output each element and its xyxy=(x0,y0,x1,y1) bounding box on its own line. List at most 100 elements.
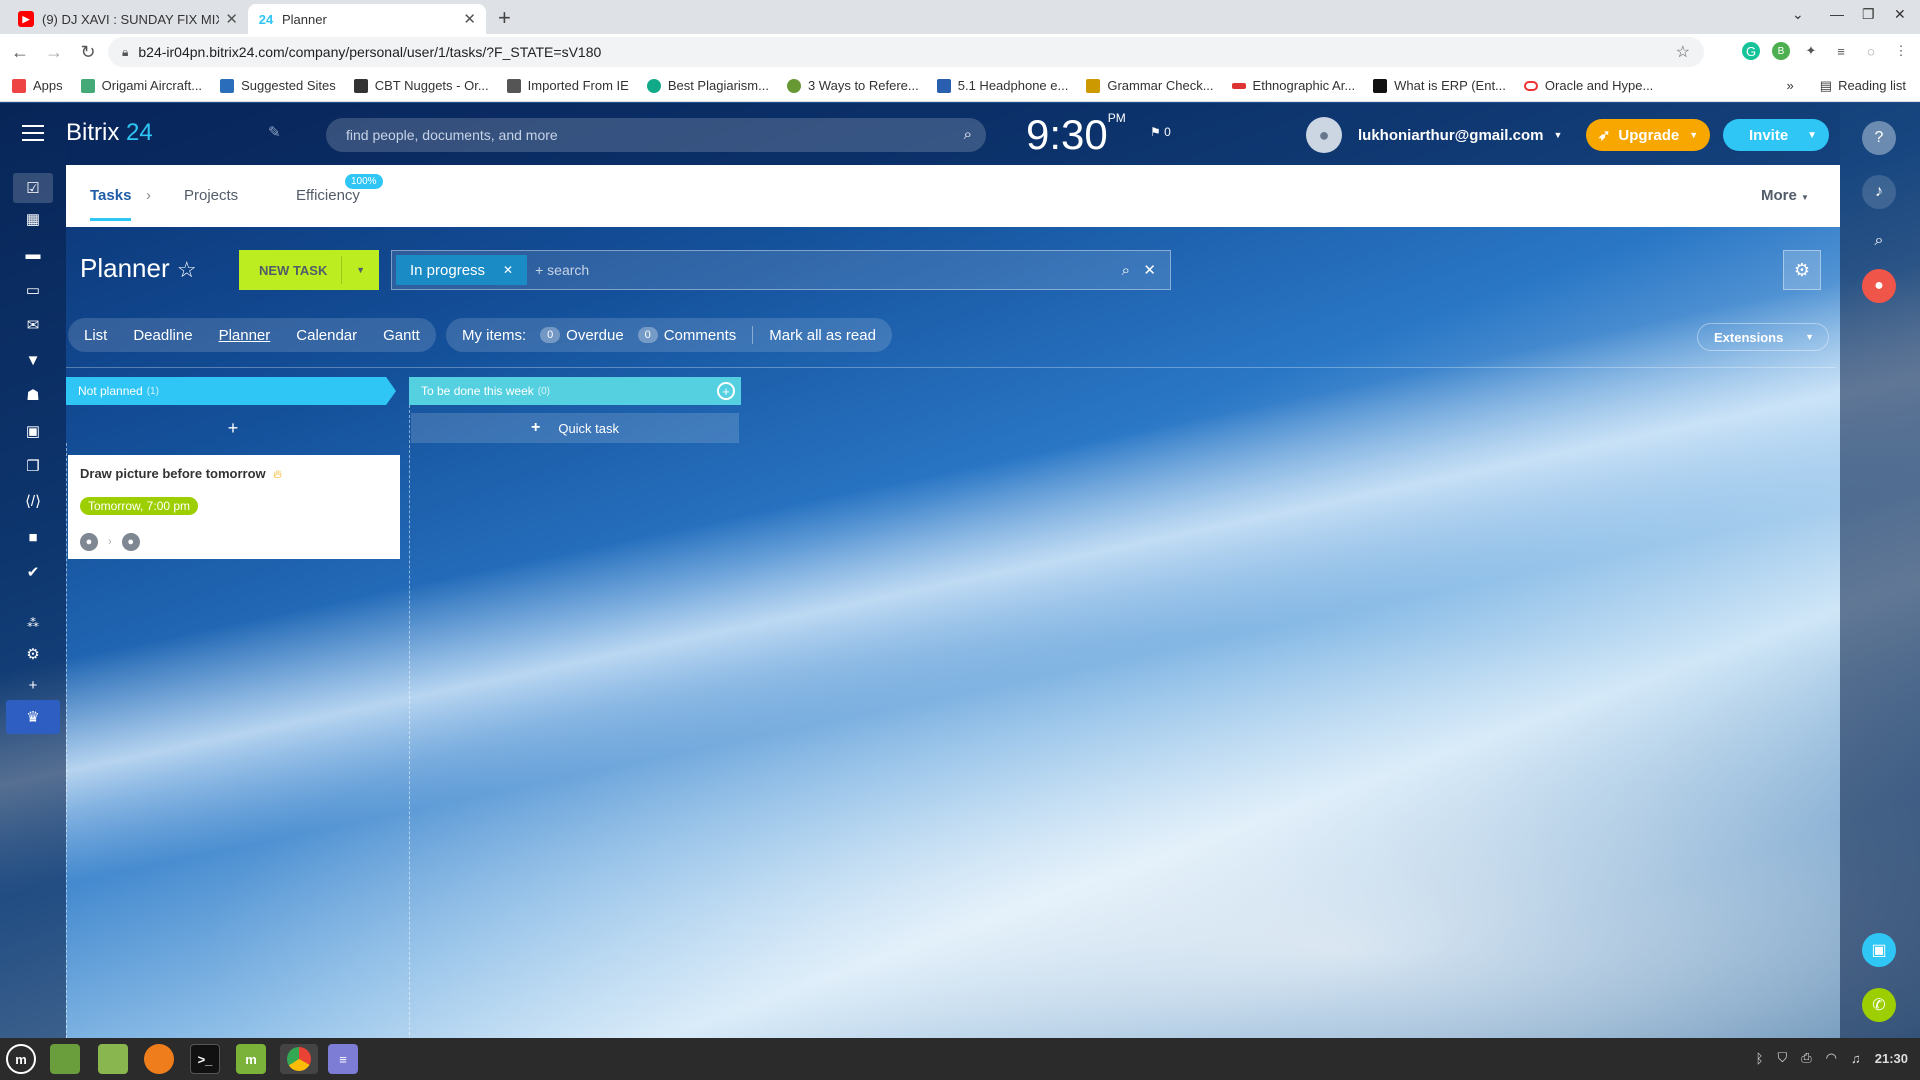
bookmark-apps[interactable]: Apps xyxy=(12,78,63,93)
deadline-badge[interactable]: Tomorrow, 7:00 pm xyxy=(80,497,199,515)
add-circle-icon[interactable]: + xyxy=(717,382,735,400)
close-icon[interactable]: ✕ xyxy=(463,10,476,28)
browser-tab-youtube[interactable]: ▶ (9) DJ XAVI : SUNDAY FIX MIX ✕ xyxy=(8,4,248,34)
grammarly-icon[interactable]: G xyxy=(1742,42,1760,60)
media-icon[interactable]: ≡ xyxy=(1832,42,1850,60)
new-task-button[interactable]: NEW TASK ▼ xyxy=(239,250,379,290)
robot-icon[interactable]: ☗ xyxy=(22,384,44,406)
knowledge-icon[interactable]: ❐ xyxy=(22,455,44,477)
invite-button[interactable]: Invite ▼ xyxy=(1723,119,1829,151)
reload-icon[interactable]: ↻ xyxy=(74,42,102,63)
files-icon[interactable] xyxy=(98,1044,128,1074)
quick-task-button[interactable]: + Quick task xyxy=(411,413,739,443)
forward-icon[interactable]: → xyxy=(40,42,68,63)
terminal-icon[interactable]: >_ xyxy=(190,1044,220,1074)
printer-icon[interactable]: ⎙ xyxy=(1801,1050,1811,1066)
view-gantt[interactable]: Gantt xyxy=(383,327,420,344)
clock-text[interactable]: 21:30 xyxy=(1875,1051,1908,1066)
bluetooth-icon[interactable]: ᛒ xyxy=(1756,1051,1764,1066)
column-header-not-planned[interactable]: Not planned (1) xyxy=(66,377,396,405)
search-icon[interactable]: ⌕ xyxy=(1862,224,1896,258)
view-planner[interactable]: Planner xyxy=(219,327,271,344)
overdue-link[interactable]: Overdue xyxy=(566,327,624,344)
mail-icon[interactable]: ✉ xyxy=(22,314,44,336)
shield-icon[interactable]: ⛉ xyxy=(1777,1050,1787,1066)
add-task-button[interactable]: + xyxy=(66,413,400,443)
calendar-icon[interactable]: ▦ xyxy=(22,208,44,230)
check-circle-icon[interactable]: ✔ xyxy=(22,561,44,583)
minimize-icon[interactable]: — xyxy=(1830,6,1844,22)
chevron-down-icon[interactable]: ▼ xyxy=(1805,332,1814,342)
structure-icon[interactable]: ⁂ xyxy=(22,612,44,634)
more-menu[interactable]: More ▼ xyxy=(1761,187,1809,204)
tasks-icon[interactable]: ☑ xyxy=(13,173,53,203)
bookmark-item[interactable]: What is ERP (Ent... xyxy=(1373,78,1506,93)
bookmark-item[interactable]: Oracle and Hype... xyxy=(1523,78,1653,93)
show-desktop-icon[interactable] xyxy=(50,1044,80,1074)
user-status-icon[interactable]: ● xyxy=(1862,269,1896,303)
filter-search-input[interactable]: In progress ✕ + search ⌕ ✕ xyxy=(391,250,1171,290)
tab-efficiency[interactable]: Efficiency xyxy=(296,187,360,204)
comments-link[interactable]: Comments xyxy=(664,327,737,344)
upgrade-button[interactable]: ➶ Upgrade ▼ xyxy=(1586,119,1710,151)
window-close-icon[interactable]: ✕ xyxy=(1894,6,1906,23)
settings-icon[interactable]: ⚙ xyxy=(22,643,44,665)
bell-icon[interactable]: ♪ xyxy=(1862,175,1896,209)
view-calendar[interactable]: Calendar xyxy=(296,327,357,344)
contacts-icon[interactable]: ▣ xyxy=(22,420,44,442)
reading-list-button[interactable]: Reading list xyxy=(1838,78,1906,93)
extensions-button[interactable]: Extensions ▼ xyxy=(1697,323,1829,351)
bitrix24-logo[interactable]: Bitrix 24 xyxy=(66,119,153,147)
video-icon[interactable]: ■ xyxy=(22,526,44,548)
software-manager-icon[interactable]: m xyxy=(236,1044,266,1074)
text-editor-icon[interactable]: ≡ xyxy=(328,1044,358,1074)
close-icon[interactable]: ✕ xyxy=(503,263,513,277)
chrome-icon[interactable] xyxy=(280,1044,318,1074)
mark-all-read-link[interactable]: Mark all as read xyxy=(769,327,876,344)
bookmark-folder[interactable]: Imported From IE xyxy=(506,78,629,93)
task-title[interactable]: Draw picture before tomorrow 🔥︎ xyxy=(80,465,388,483)
add-icon[interactable]: + xyxy=(22,674,44,696)
profile-icon[interactable]: ◌ xyxy=(1862,42,1880,60)
bookmark-item[interactable]: 5.1 Headphone e... xyxy=(936,78,1068,93)
phone-icon[interactable]: ✆ xyxy=(1862,988,1896,1022)
new-tab-button[interactable]: + xyxy=(498,5,511,31)
edit-logo-icon[interactable]: ✎ xyxy=(268,123,281,141)
more-bookmarks-icon[interactable]: » xyxy=(1787,78,1794,93)
browser-tab-planner[interactable]: 24 Planner ✕ xyxy=(248,4,486,34)
tab-projects[interactable]: Projects xyxy=(184,187,238,204)
help-icon[interactable]: ? xyxy=(1862,121,1896,155)
firefox-icon[interactable] xyxy=(144,1044,174,1074)
lock-icon[interactable]: 🔒︎ xyxy=(122,45,128,60)
bookmark-item[interactable]: Origami Aircraft... xyxy=(80,78,202,93)
bookmark-item[interactable]: Grammar Check... xyxy=(1086,78,1214,93)
flag-counter[interactable]: ⚑ 0 xyxy=(1150,125,1171,139)
drive-icon[interactable]: ▬ xyxy=(22,243,44,265)
open-lines-icon[interactable]: ▣ xyxy=(1862,933,1896,967)
view-list[interactable]: List xyxy=(84,327,107,344)
mint-menu-icon[interactable]: m xyxy=(6,1044,36,1074)
puzzle-icon[interactable]: ✦ xyxy=(1802,42,1820,60)
favorite-star-icon[interactable]: ☆ xyxy=(177,257,197,282)
clear-icon[interactable]: ✕ xyxy=(1143,261,1156,279)
bookmark-star-icon[interactable]: ☆ xyxy=(1676,42,1690,62)
volume-icon[interactable]: ♫ xyxy=(1851,1051,1861,1066)
extension-icon[interactable]: B xyxy=(1772,42,1790,60)
bookmark-item[interactable]: 3 Ways to Refere... xyxy=(786,78,919,93)
view-deadline[interactable]: Deadline xyxy=(133,327,192,344)
crown-icon[interactable]: ♛ xyxy=(6,700,60,734)
code-icon[interactable]: ⟨/⟩ xyxy=(22,490,44,512)
clock[interactable]: 9:30PM xyxy=(1026,111,1126,159)
maximize-icon[interactable]: ❐ xyxy=(1862,6,1875,23)
menu-dots-icon[interactable]: ⋮ xyxy=(1892,42,1910,60)
close-icon[interactable]: ✕ xyxy=(225,10,238,28)
filter-chip[interactable]: In progress ✕ xyxy=(396,255,528,285)
tab-tasks[interactable]: Tasks xyxy=(90,187,132,221)
task-card[interactable]: Draw picture before tomorrow 🔥︎ Tomorrow… xyxy=(68,455,400,559)
global-search-input[interactable]: find people, documents, and more ⌕ xyxy=(326,118,986,152)
search-icon[interactable]: ⌕ xyxy=(1122,262,1130,279)
menu-icon[interactable] xyxy=(22,125,44,146)
responsible-avatar-icon[interactable]: ● xyxy=(121,533,140,551)
tab-search-icon[interactable]: ⌄ xyxy=(1792,6,1804,23)
bookmark-item[interactable]: Suggested Sites xyxy=(220,78,336,93)
